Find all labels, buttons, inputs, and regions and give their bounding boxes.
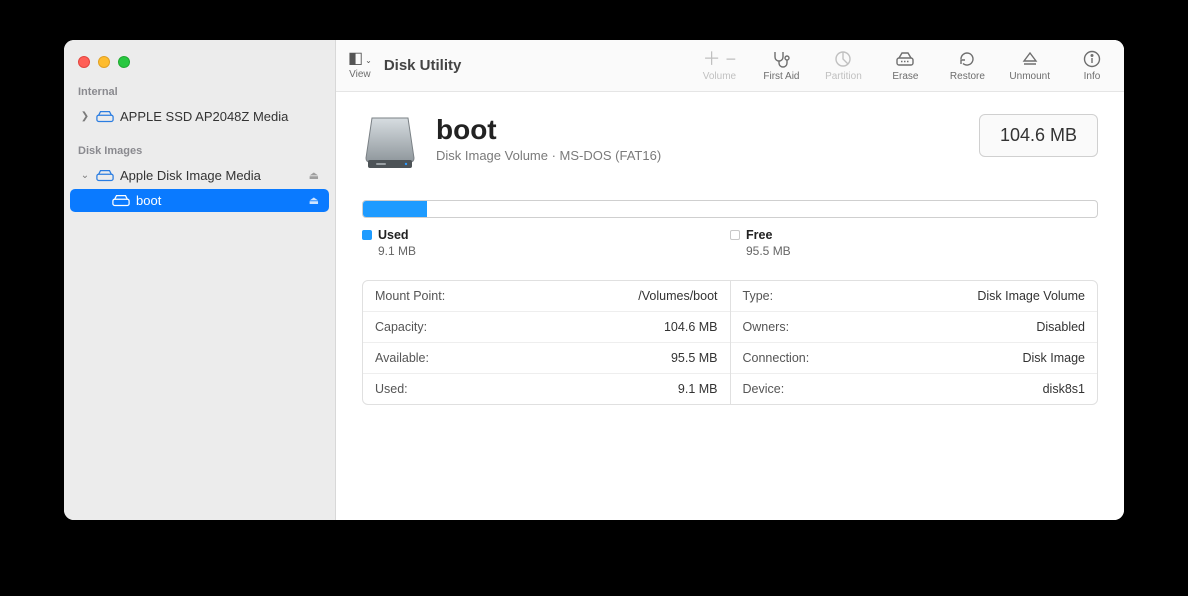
detail-value: Disk Image Volume <box>977 289 1085 303</box>
legend-used: Used 9.1 MB <box>362 228 730 258</box>
detail-key: Connection: <box>743 351 810 365</box>
sidebar-item-label: boot <box>136 193 161 208</box>
partition-button: Partition <box>823 49 863 82</box>
details-left-column: Mount Point: /Volumes/boot Capacity: 104.6… <box>363 281 731 404</box>
usage-bar <box>362 200 1098 218</box>
toolbar: ◧⌄ View Disk Utility ＋ − Volume First Ai… <box>336 40 1124 92</box>
volume-header: boot Disk Image Volume · MS-DOS (FAT16) … <box>362 114 1098 172</box>
chevron-right-icon[interactable]: ❯ <box>80 111 90 122</box>
legend-free-label: Free <box>746 228 772 242</box>
eject-icon[interactable]: ⏏ <box>309 194 319 207</box>
toolbar-label: View <box>349 69 371 80</box>
details-table: Mount Point: /Volumes/boot Capacity: 104.6… <box>362 280 1098 405</box>
toolbar-label: Volume <box>703 71 736 82</box>
volume-subtitle: Disk Image Volume · MS-DOS (FAT16) <box>436 148 661 163</box>
disk-utility-window: Internal ❯ APPLE SSD AP2048Z Media Disk … <box>64 40 1124 520</box>
sidebar: Internal ❯ APPLE SSD AP2048Z Media Disk … <box>64 40 336 520</box>
internal-disk-icon <box>96 110 114 124</box>
chevron-down-icon: ⌄ <box>365 56 372 65</box>
volume-name: boot <box>436 114 661 146</box>
info-icon <box>1083 49 1101 69</box>
app-title: Disk Utility <box>384 57 462 74</box>
detail-key: Used: <box>375 382 408 396</box>
detail-value: Disabled <box>1036 320 1085 334</box>
sidebar-item-internal-disk[interactable]: ❯ APPLE SSD AP2048Z Media <box>70 105 329 128</box>
content-area: boot Disk Image Volume · MS-DOS (FAT16) … <box>336 92 1124 520</box>
volume-disk-icon <box>112 194 130 208</box>
detail-value: 104.6 MB <box>664 320 718 334</box>
erase-icon <box>895 49 915 69</box>
detail-value: 95.5 MB <box>671 351 718 365</box>
first-aid-button[interactable]: First Aid <box>761 49 801 82</box>
sidebar-layout-icon: ◧ <box>348 50 363 67</box>
minimize-window-button[interactable] <box>98 56 110 68</box>
window-controls <box>64 56 335 86</box>
eject-icon[interactable]: ⏏ <box>309 169 319 182</box>
volume-size-badge: 104.6 MB <box>979 114 1098 157</box>
sidebar-section-internal: Internal <box>64 86 335 104</box>
legend-used-value: 9.1 MB <box>362 244 730 258</box>
sidebar-item-label: APPLE SSD AP2048Z Media <box>120 109 288 124</box>
legend-free-value: 95.5 MB <box>730 244 1098 258</box>
sidebar-item-label: Apple Disk Image Media <box>120 168 261 183</box>
toolbar-label: First Aid <box>763 71 799 82</box>
stethoscope-icon <box>771 49 791 69</box>
detail-key: Available: <box>375 351 429 365</box>
swatch-used-icon <box>362 230 372 240</box>
close-window-button[interactable] <box>78 56 90 68</box>
info-button[interactable]: Info <box>1072 49 1112 82</box>
restore-button[interactable]: Restore <box>947 49 987 82</box>
restore-icon <box>958 49 976 69</box>
legend-used-label: Used <box>378 228 409 242</box>
toolbar-label: Partition <box>825 71 862 82</box>
external-disk-icon <box>96 169 114 183</box>
view-menu-button[interactable]: ◧⌄ View <box>348 51 372 80</box>
detail-row: Available: 95.5 MB <box>363 343 730 374</box>
toolbar-actions: ＋ − Volume First Aid Partition <box>699 49 1112 82</box>
detail-row: Mount Point: /Volumes/boot <box>363 281 730 312</box>
detail-value: disk8s1 <box>1043 382 1085 396</box>
eject-icon <box>1022 49 1038 69</box>
sidebar-section-disk-images: Disk Images <box>64 145 335 163</box>
toolbar-label: Restore <box>950 71 985 82</box>
volume-add-remove-button: ＋ − Volume <box>699 49 739 82</box>
detail-key: Type: <box>743 289 774 303</box>
toolbar-label: Info <box>1084 71 1101 82</box>
detail-row: Used: 9.1 MB <box>363 374 730 404</box>
toolbar-label: Unmount <box>1009 71 1050 82</box>
zoom-window-button[interactable] <box>118 56 130 68</box>
sidebar-item-boot-volume[interactable]: boot ⏏ <box>70 189 329 212</box>
detail-key: Owners: <box>743 320 790 334</box>
chevron-down-icon[interactable]: ⌄ <box>80 170 90 181</box>
main-panel: ◧⌄ View Disk Utility ＋ − Volume First Ai… <box>336 40 1124 520</box>
details-right-column: Type: Disk Image Volume Owners: Disabled C… <box>731 281 1098 404</box>
detail-value: Disk Image <box>1022 351 1085 365</box>
usage-legend: Used 9.1 MB Free 95.5 MB <box>362 228 1098 258</box>
legend-free: Free 95.5 MB <box>730 228 1098 258</box>
toolbar-label: Erase <box>892 71 918 82</box>
detail-row: Connection: Disk Image <box>731 343 1098 374</box>
detail-row: Owners: Disabled <box>731 312 1098 343</box>
erase-button[interactable]: Erase <box>885 49 925 82</box>
detail-key: Capacity: <box>375 320 427 334</box>
plus-minus-icon: ＋ − <box>703 49 737 69</box>
removable-drive-icon <box>362 114 418 172</box>
detail-value: /Volumes/boot <box>638 289 717 303</box>
detail-row: Capacity: 104.6 MB <box>363 312 730 343</box>
sidebar-item-disk-image-parent[interactable]: ⌄ Apple Disk Image Media ⏏ <box>70 164 329 187</box>
swatch-free-icon <box>730 230 740 240</box>
detail-row: Device: disk8s1 <box>731 374 1098 404</box>
detail-value: 9.1 MB <box>678 382 718 396</box>
unmount-button[interactable]: Unmount <box>1009 49 1050 82</box>
pie-chart-icon <box>834 49 852 69</box>
detail-key: Mount Point: <box>375 289 445 303</box>
detail-row: Type: Disk Image Volume <box>731 281 1098 312</box>
detail-key: Device: <box>743 382 785 396</box>
usage-fill <box>363 201 427 217</box>
volume-title-block: boot Disk Image Volume · MS-DOS (FAT16) <box>436 114 661 163</box>
